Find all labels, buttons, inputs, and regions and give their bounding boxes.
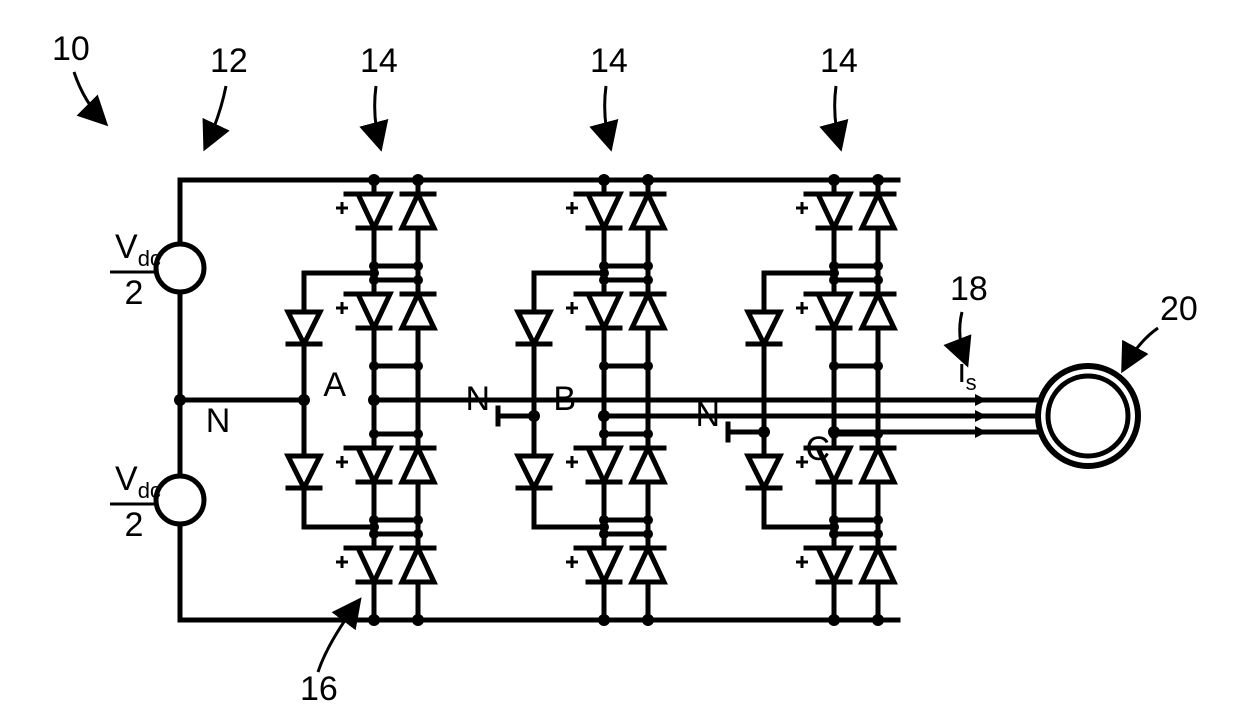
is-label: is <box>958 352 977 395</box>
phase-a-label: A <box>323 366 346 404</box>
svg-text:16: 16 <box>300 670 338 708</box>
vdc-top-label: Vdc 2 <box>110 228 161 312</box>
svg-text:18: 18 <box>950 270 988 308</box>
ref-14-c: 14 <box>820 42 858 146</box>
svg-text:14: 14 <box>820 42 858 80</box>
ref-18: 18 <box>950 270 988 362</box>
ref-14-a: 14 <box>360 42 398 146</box>
svg-text:14: 14 <box>360 42 398 80</box>
ref-14-b: 14 <box>590 42 628 146</box>
neutral-label-left: N <box>206 402 231 440</box>
neutral-label-b: N <box>465 380 490 418</box>
motor-icon <box>1038 366 1138 466</box>
ref-20: 20 <box>1124 290 1198 368</box>
svg-text:14: 14 <box>590 42 628 80</box>
circuit-diagram: N Vdc 2 Vdc 2 <box>0 0 1240 726</box>
svg-text:12: 12 <box>210 42 248 80</box>
svg-text:20: 20 <box>1160 290 1198 328</box>
svg-text:2: 2 <box>125 274 144 312</box>
phase-c-label: C <box>805 430 830 468</box>
svg-text:is: is <box>958 352 977 395</box>
svg-text:2: 2 <box>125 506 144 544</box>
ref-10: 10 <box>52 30 104 122</box>
ref-12: 12 <box>206 42 248 146</box>
vdc-bottom-label: Vdc 2 <box>110 460 161 544</box>
neutral-label-c: N <box>695 396 720 434</box>
svg-text:Vdc: Vdc <box>115 460 161 503</box>
svg-text:10: 10 <box>52 30 90 68</box>
phase-b-label: B <box>553 380 576 418</box>
svg-text:Vdc: Vdc <box>115 228 161 271</box>
